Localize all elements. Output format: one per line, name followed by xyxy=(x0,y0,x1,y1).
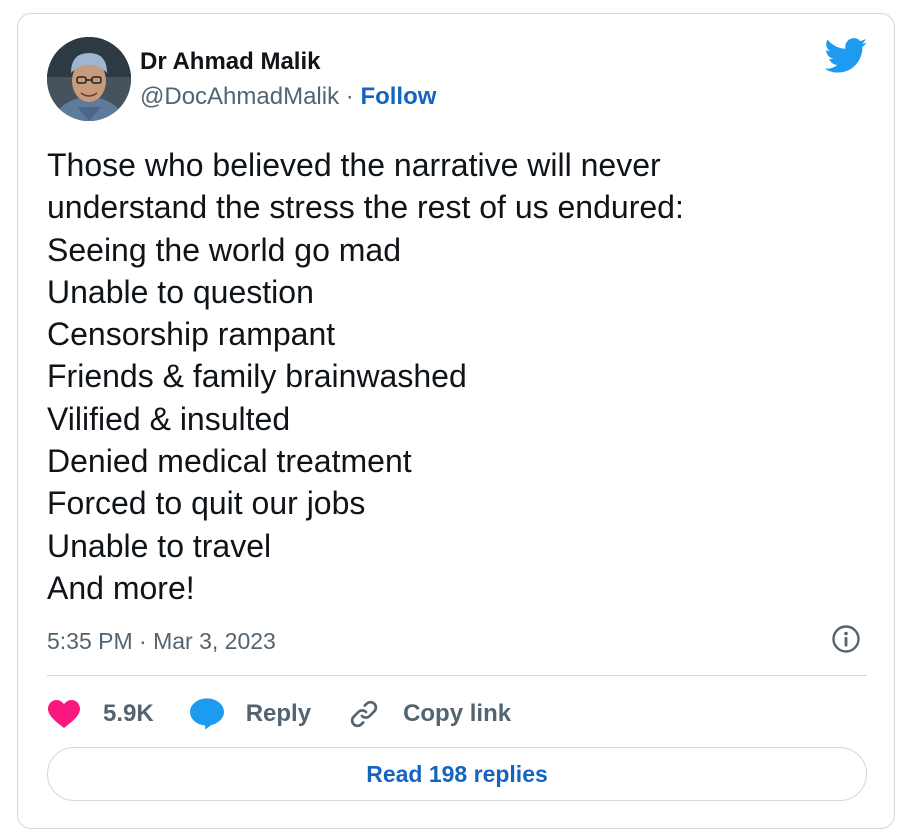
link-icon xyxy=(347,697,381,731)
tweet-card: Dr Ahmad Malik @DocAhmadMalik · Follow T… xyxy=(17,13,895,829)
speech-bubble-icon xyxy=(189,697,224,731)
tweet-line: And more! xyxy=(47,569,195,606)
tweet-line: Forced to quit our jobs xyxy=(47,485,366,522)
twitter-bird-icon[interactable] xyxy=(824,38,868,74)
like-count: 5.9K xyxy=(103,700,154,727)
tweet-line: Unable to travel xyxy=(47,527,272,564)
action-bar: 5.9K Reply Copy link xyxy=(47,696,547,732)
tweet-line: Denied medical treatment xyxy=(47,443,412,480)
tweet-timestamp[interactable]: 5:35 PM · Mar 3, 2023 xyxy=(47,626,276,656)
author-name[interactable]: Dr Ahmad Malik xyxy=(140,47,320,77)
avatar-photo xyxy=(47,37,131,121)
like-button[interactable]: 5.9K xyxy=(47,697,154,731)
copy-link-button[interactable]: Copy link xyxy=(347,697,511,731)
reply-label: Reply xyxy=(245,700,312,727)
tweet-line: understand the stress the rest of us end… xyxy=(47,189,684,226)
copy-link-label: Copy link xyxy=(403,700,512,727)
tweet-line: Vilified & insulted xyxy=(47,400,291,437)
tweet-text: Those who believed the narrative will ne… xyxy=(47,144,867,609)
tweet-line: Friends & family brainwashed xyxy=(47,358,467,395)
handle-separator: · xyxy=(345,83,354,110)
tweet-line: Unable to question xyxy=(47,273,314,310)
info-icon[interactable] xyxy=(831,624,861,654)
read-replies-button[interactable]: Read 198 replies xyxy=(47,747,867,801)
follow-button[interactable]: Follow xyxy=(360,83,436,110)
author-handle-row: @DocAhmadMalik · Follow xyxy=(140,82,436,112)
avatar[interactable] xyxy=(47,37,131,121)
heart-icon xyxy=(47,697,81,731)
reply-button[interactable]: Reply xyxy=(189,697,312,731)
tweet-line: Seeing the world go mad xyxy=(47,231,401,268)
tweet-line: Those who believed the narrative will ne… xyxy=(47,147,661,183)
divider xyxy=(47,675,867,676)
tweet-line: Censorship rampant xyxy=(47,316,336,353)
author-handle[interactable]: @DocAhmadMalik xyxy=(140,83,339,110)
